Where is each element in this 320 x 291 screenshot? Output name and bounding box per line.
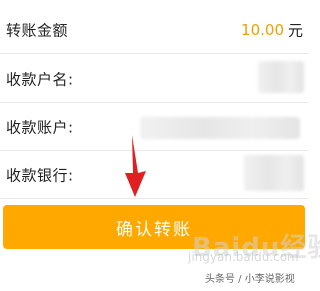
currency-unit: 元 bbox=[288, 21, 304, 40]
payee-name-label: 收款户名: bbox=[6, 70, 74, 89]
payee-account-row: 收款账户: bbox=[0, 103, 308, 151]
row-divider bbox=[0, 198, 308, 199]
payee-bank-row: 收款银行: bbox=[0, 151, 308, 199]
transfer-amount-row: 转账金额 10.00 元 bbox=[0, 6, 308, 54]
redacted-payee-account bbox=[140, 117, 300, 139]
redacted-payee-name bbox=[258, 61, 304, 93]
payee-name-row: 收款户名: bbox=[0, 55, 308, 103]
transfer-amount-label: 转账金额 bbox=[6, 21, 69, 40]
redacted-payee-bank bbox=[244, 155, 304, 191]
baidu-watermark-url: jingyan.baidu.com bbox=[188, 250, 299, 264]
red-arrow-annotation bbox=[125, 135, 146, 197]
payee-bank-label: 收款银行: bbox=[6, 166, 74, 185]
author-credit: 头条号 / 小李说影视 bbox=[205, 274, 295, 285]
transfer-amount-value: 10.00 bbox=[241, 21, 284, 39]
payee-account-label: 收款账户: bbox=[6, 118, 74, 137]
row-divider bbox=[0, 53, 308, 54]
